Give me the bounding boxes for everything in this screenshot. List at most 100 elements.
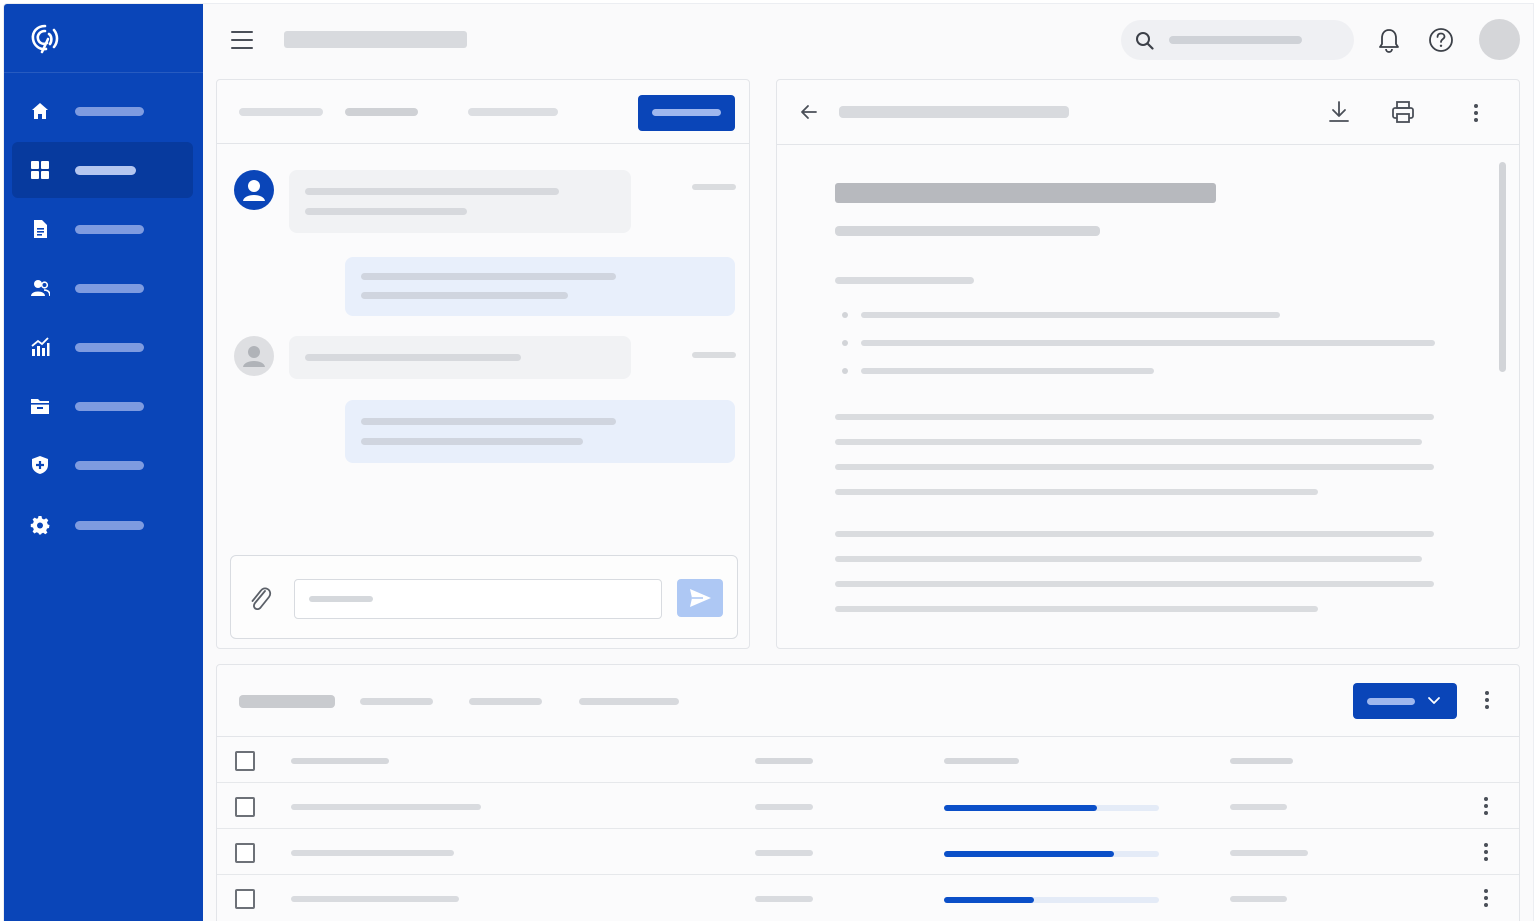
- sidebar-item-home[interactable]: [12, 83, 193, 139]
- data-table: [216, 664, 1520, 921]
- table-row[interactable]: [217, 875, 1519, 921]
- dashboard-grid-icon: [31, 161, 49, 179]
- sidebar-item-analytics[interactable]: [12, 319, 193, 375]
- sidebar-item-label: [75, 166, 136, 175]
- message-timestamp: [692, 352, 736, 358]
- arrow-left-icon[interactable]: [799, 102, 819, 122]
- printer-icon[interactable]: [1391, 100, 1415, 124]
- progress-fill: [944, 851, 1114, 857]
- sidebar-item-settings[interactable]: [12, 497, 193, 553]
- tab[interactable]: [579, 698, 679, 705]
- row-checkbox[interactable]: [235, 889, 255, 909]
- sidebar-item-label: [75, 107, 144, 116]
- column-header[interactable]: [1230, 758, 1293, 764]
- message-outgoing: [345, 400, 735, 463]
- spiral-logo-icon[interactable]: [28, 22, 62, 56]
- tab-1[interactable]: [239, 108, 323, 116]
- paragraph-line: [835, 531, 1434, 537]
- users-icon: [31, 280, 50, 297]
- row-checkbox[interactable]: [235, 843, 255, 863]
- sidebar-item-dashboard[interactable]: [12, 142, 193, 198]
- sidebar-item-users[interactable]: [12, 260, 193, 316]
- paragraph-line: [835, 439, 1422, 445]
- paperclip-icon[interactable]: [247, 584, 273, 612]
- document-heading: [835, 183, 1216, 203]
- paragraph-line: [835, 414, 1434, 420]
- document-subheading: [835, 226, 1100, 236]
- table-cell: [291, 896, 459, 902]
- sidebar-item-label: [75, 461, 144, 470]
- table-toolbar: [217, 665, 1519, 737]
- column-header[interactable]: [755, 758, 813, 764]
- more-vertical-icon[interactable]: [1485, 691, 1489, 709]
- paragraph-line: [835, 464, 1434, 470]
- document-scrollbar[interactable]: [1499, 162, 1506, 372]
- document-icon: [34, 220, 47, 238]
- chat-action-button[interactable]: [638, 95, 735, 131]
- list-bullet: [842, 340, 848, 346]
- download-icon[interactable]: [1328, 100, 1350, 124]
- progress-bar: [944, 897, 1159, 903]
- paragraph-line: [835, 606, 1318, 612]
- section-label: [835, 277, 974, 284]
- table-header-row: [217, 737, 1519, 783]
- message-incoming: [289, 336, 631, 379]
- message-incoming: [289, 170, 631, 233]
- user-icon: [243, 180, 265, 201]
- sidebar-item-security[interactable]: [12, 437, 193, 493]
- table-row[interactable]: [217, 783, 1519, 829]
- filter-dropdown-button[interactable]: [1353, 683, 1457, 719]
- column-header[interactable]: [944, 758, 1019, 764]
- table-cell: [291, 804, 481, 810]
- chevron-down-icon: [1428, 697, 1440, 704]
- document-toolbar: [777, 80, 1519, 145]
- table-cell: [1230, 804, 1287, 810]
- column-header[interactable]: [291, 758, 389, 764]
- search-input[interactable]: [1121, 20, 1354, 60]
- more-vertical-icon[interactable]: [1484, 797, 1488, 815]
- list-item: [861, 368, 1154, 374]
- document-viewer: [776, 79, 1520, 649]
- more-vertical-icon[interactable]: [1484, 843, 1488, 861]
- message-composer: [230, 555, 738, 639]
- table-row[interactable]: [217, 829, 1519, 875]
- progress-bar: [944, 805, 1159, 811]
- paragraph-line: [835, 489, 1318, 495]
- more-vertical-icon[interactable]: [1484, 889, 1488, 907]
- sender-avatar: [234, 170, 274, 210]
- app-window: [3, 3, 1534, 921]
- message-input[interactable]: [294, 579, 662, 619]
- sidebar-item-label: [75, 343, 144, 352]
- analytics-chart-icon: [31, 337, 50, 356]
- sidebar-item-label: [75, 225, 144, 234]
- hamburger-menu-icon[interactable]: [231, 31, 253, 49]
- more-vertical-icon[interactable]: [1474, 104, 1478, 122]
- shield-icon: [32, 456, 48, 474]
- progress-bar: [944, 851, 1159, 857]
- chat-tabs: [217, 80, 749, 144]
- tab-active[interactable]: [239, 695, 335, 708]
- help-circle-icon[interactable]: [1428, 27, 1454, 53]
- user-icon: [243, 346, 265, 367]
- send-button[interactable]: [677, 579, 723, 617]
- paragraph-line: [835, 581, 1434, 587]
- paragraph-line: [835, 556, 1422, 562]
- user-avatar[interactable]: [1479, 19, 1520, 60]
- tab[interactable]: [469, 698, 542, 705]
- row-checkbox[interactable]: [235, 797, 255, 817]
- message-timestamp: [692, 184, 736, 190]
- table-cell: [291, 850, 454, 856]
- sidebar-item-documents[interactable]: [12, 201, 193, 257]
- tab[interactable]: [360, 698, 433, 705]
- list-item: [861, 340, 1435, 346]
- settings-gear-icon: [30, 516, 50, 535]
- sidebar-item-label: [75, 521, 144, 530]
- tab-3[interactable]: [468, 108, 558, 116]
- tab-2[interactable]: [345, 108, 418, 116]
- sidebar-item-files[interactable]: [12, 378, 193, 434]
- bell-icon[interactable]: [1377, 28, 1401, 54]
- message-outgoing: [345, 257, 735, 316]
- sidebar-item-label: [75, 284, 144, 293]
- home-icon: [32, 103, 48, 119]
- select-all-checkbox[interactable]: [235, 751, 255, 771]
